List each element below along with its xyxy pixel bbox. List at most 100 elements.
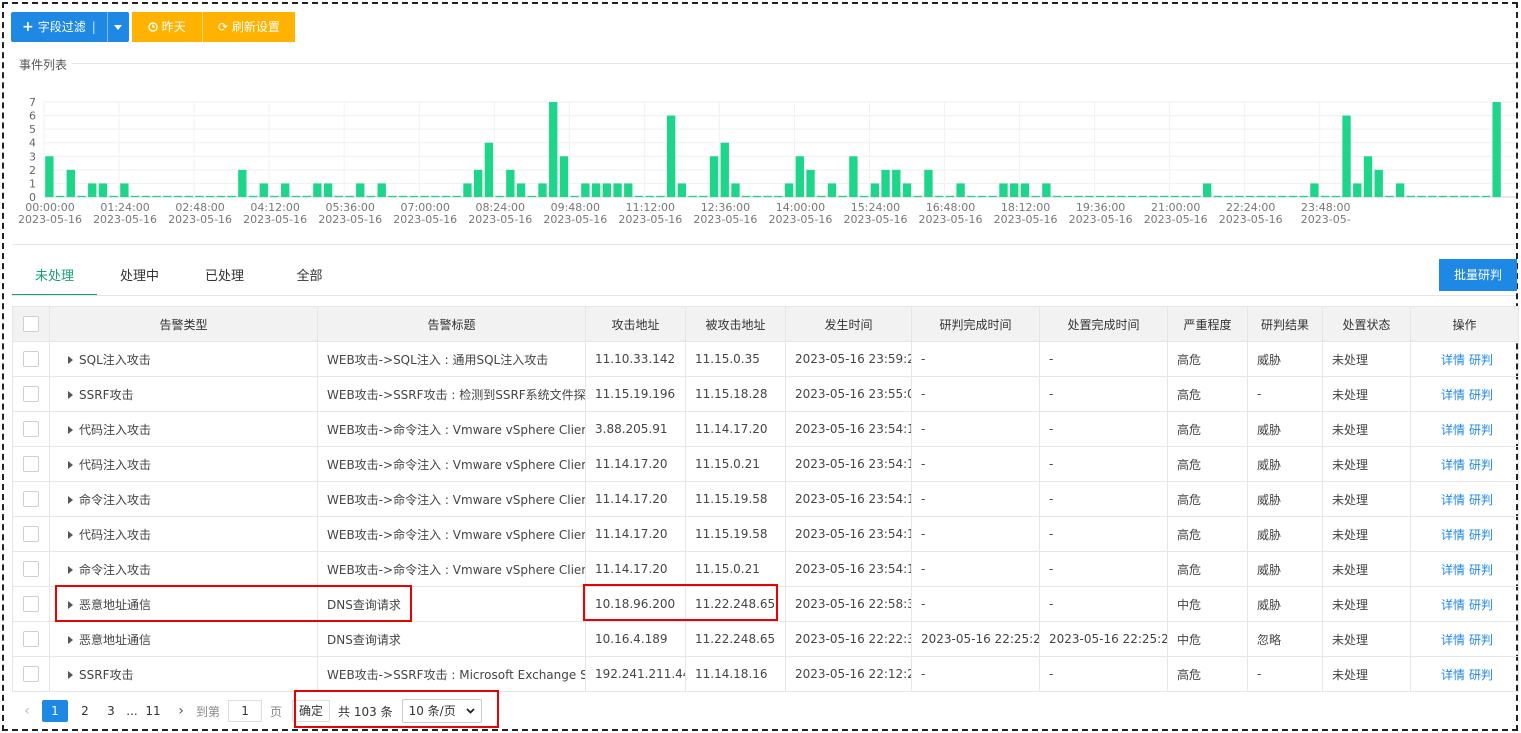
chart-bar[interactable] (731, 183, 740, 197)
chart-bar[interactable] (291, 195, 301, 197)
chart-bar[interactable] (216, 195, 226, 197)
chart-bar[interactable] (238, 169, 247, 197)
chart-bar[interactable] (323, 183, 333, 197)
row-checkbox[interactable] (23, 526, 39, 542)
chart-bar[interactable] (1278, 195, 1287, 197)
table-row[interactable]: SQL注入攻击 WEB攻击->SQL注入 : 通用SQL注入攻击 11.10.33.… (12, 341, 1519, 377)
chart-bar[interactable] (549, 102, 558, 197)
detail-link[interactable]: 详情 (1441, 423, 1465, 437)
chart-bar[interactable] (634, 195, 644, 197)
row-checkbox[interactable] (23, 561, 39, 577)
chart-bar[interactable] (849, 156, 858, 197)
row-checkbox[interactable] (23, 351, 39, 367)
chart-bar[interactable] (1020, 183, 1030, 197)
chart-bar[interactable] (452, 195, 461, 197)
chart-bar[interactable] (409, 195, 419, 197)
chart-bar[interactable] (388, 195, 397, 197)
chart-bar[interactable] (506, 169, 515, 197)
chart-bar[interactable] (1170, 195, 1180, 197)
chart-bar[interactable] (1117, 195, 1126, 197)
chart-bar[interactable] (77, 195, 86, 197)
chart-bar[interactable] (313, 183, 322, 197)
chart-bar[interactable] (1042, 183, 1051, 197)
chart-bar[interactable] (1460, 195, 1469, 197)
chart-bar[interactable] (420, 195, 429, 197)
chart-bar[interactable] (784, 183, 794, 197)
chart-bar[interactable] (1224, 195, 1233, 197)
chart-bar[interactable] (666, 115, 676, 197)
chart-bar[interactable] (720, 142, 729, 197)
chart-bar[interactable] (1160, 195, 1169, 197)
chart-bar[interactable] (1106, 195, 1115, 197)
judge-link[interactable]: 研判 (1469, 563, 1493, 577)
chart-bar[interactable] (474, 169, 483, 197)
chart-bar[interactable] (1192, 195, 1201, 197)
table-row[interactable]: 代码注入攻击 WEB攻击->命令注入 : Vmware vSphere Clien… (12, 446, 1519, 482)
detail-link[interactable]: 详情 (1441, 668, 1465, 682)
chart-bar[interactable] (999, 183, 1008, 197)
chart-bar[interactable] (1010, 183, 1019, 197)
judge-link[interactable]: 研判 (1469, 353, 1493, 367)
row-checkbox[interactable] (23, 631, 39, 647)
chart-bar[interactable] (870, 183, 880, 197)
chart-bar[interactable] (902, 183, 912, 197)
chart-bar[interactable] (1213, 195, 1223, 197)
header-alert-type[interactable]: 告警类型 (49, 306, 318, 342)
chart-bar[interactable] (1374, 169, 1383, 197)
chart-bar[interactable] (1471, 195, 1480, 197)
chart-bar[interactable] (581, 183, 590, 197)
detail-link[interactable]: 详情 (1441, 388, 1465, 402)
chart-bar[interactable] (184, 195, 193, 197)
chart-bar[interactable] (55, 195, 65, 197)
chart-bar[interactable] (45, 156, 54, 197)
chart-bar[interactable] (795, 156, 804, 197)
chart-bar[interactable] (463, 183, 472, 197)
chart-bar[interactable] (977, 195, 987, 197)
chart-bar[interactable] (1449, 195, 1458, 197)
chart-bar[interactable] (1127, 195, 1137, 197)
cell-alert-type[interactable]: SSRF攻击 (49, 656, 318, 692)
chart-bar[interactable] (398, 195, 408, 197)
chart-bar[interactable] (881, 169, 890, 197)
chart-bar[interactable] (774, 195, 783, 197)
chart-bar[interactable] (1203, 183, 1212, 197)
chart-bar[interactable] (109, 195, 118, 197)
chart-bar[interactable] (345, 195, 354, 197)
judge-link[interactable]: 研判 (1469, 668, 1493, 682)
expand-arrow-icon[interactable] (68, 356, 73, 364)
header-target-address[interactable]: 被攻击地址 (685, 306, 786, 342)
table-row[interactable]: 恶意地址通信 DNS查询请求 10.16.4.189 11.22.248.65 2023… (12, 621, 1519, 657)
chart-bar[interactable] (377, 183, 386, 197)
refresh-settings-button[interactable]: ⟳ 刷新设置 (201, 12, 295, 42)
judge-link[interactable]: 研判 (1469, 388, 1493, 402)
chart-bar[interactable] (677, 183, 687, 197)
chart-bar[interactable] (270, 195, 279, 197)
chart-bar[interactable] (709, 156, 719, 197)
judge-link[interactable]: 研判 (1469, 598, 1493, 612)
chart-bar[interactable] (838, 195, 847, 197)
header-judge-time[interactable]: 研判完成时间 (911, 306, 1040, 342)
chart-bar[interactable] (366, 195, 376, 197)
chart-bar[interactable] (1406, 195, 1416, 197)
chart-bar[interactable] (227, 195, 236, 197)
chart-bar[interactable] (484, 142, 494, 197)
row-checkbox[interactable] (23, 421, 39, 437)
chart-bar[interactable] (1052, 195, 1062, 197)
field-filter-dropdown-button[interactable] (106, 12, 129, 42)
tab-processed[interactable]: 已处理 (182, 262, 267, 296)
batch-judge-button[interactable]: 批量研判 (1439, 259, 1517, 291)
chart-bar[interactable] (934, 195, 944, 197)
header-judge-result[interactable]: 研判结果 (1247, 306, 1323, 342)
chart-bar[interactable] (1438, 195, 1448, 197)
header-severity[interactable]: 严重程度 (1167, 306, 1248, 342)
chart-bar[interactable] (1310, 183, 1319, 197)
cell-alert-type[interactable]: 恶意地址通信 (49, 586, 318, 622)
chart-bar[interactable] (98, 183, 108, 197)
expand-arrow-icon[interactable] (68, 461, 73, 469)
chart-bar[interactable] (141, 195, 151, 197)
chart-bar[interactable] (538, 183, 547, 197)
chart-bar[interactable] (1235, 195, 1244, 197)
cell-alert-type[interactable]: 命令注入攻击 (49, 551, 318, 587)
page-1[interactable]: 1 (42, 700, 68, 722)
table-row[interactable]: SSRF攻击 WEB攻击->SSRF攻击 : 检测到SSRF系统文件探测 11.15… (12, 376, 1519, 412)
